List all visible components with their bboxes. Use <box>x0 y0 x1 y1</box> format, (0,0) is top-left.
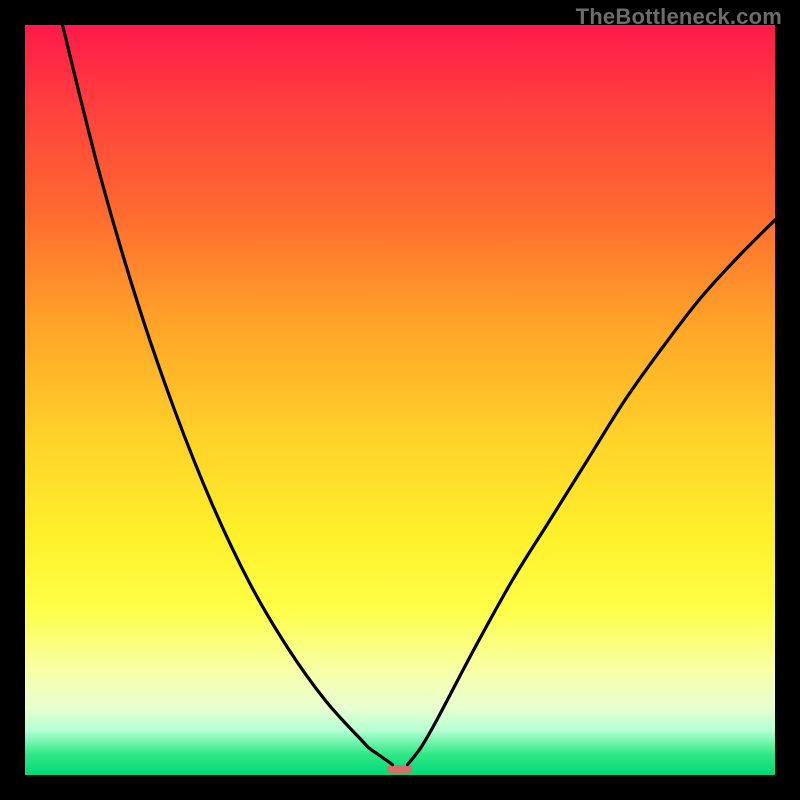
watermark-text: TheBottleneck.com <box>576 4 782 30</box>
gradient-plot-area <box>25 25 775 775</box>
chart-frame: TheBottleneck.com <box>0 0 800 800</box>
optimal-zone-marker <box>387 765 413 773</box>
